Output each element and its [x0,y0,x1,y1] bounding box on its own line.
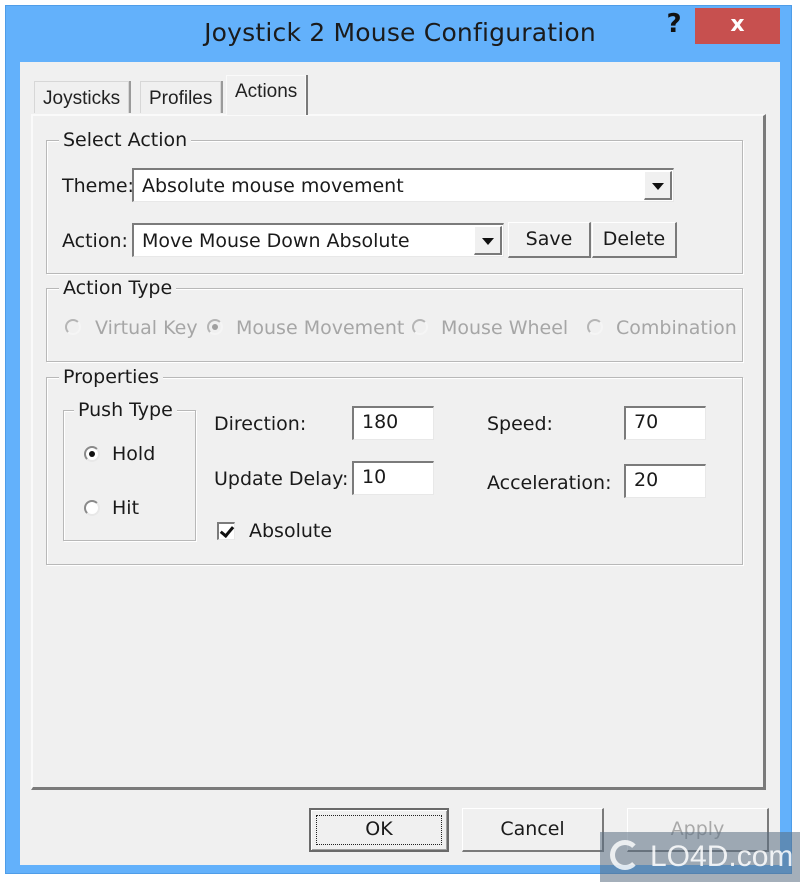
radio-hold[interactable] [84,446,100,462]
radio-hit-label: Hit [112,497,140,519]
absolute-checkbox-label: Absolute [249,520,333,542]
cancel-button[interactable]: Cancel [462,808,604,852]
watermark-text: LO4D.com [650,840,794,873]
tab-profiles[interactable]: Profiles [140,81,222,113]
action-type-group: Action Type Virtual Key Mouse Movement M… [46,277,743,362]
close-icon: x [730,12,745,37]
save-button[interactable]: Save [508,222,591,258]
properties-group: Properties Push Type Hold Hit Direction:… [46,366,743,565]
dialog-client-area: Joysticks Profiles Actions Select Action… [20,62,780,865]
lo4d-logo-icon [610,840,640,870]
focus-rectangle [316,815,442,845]
action-dropdown[interactable]: Move Mouse Down Absolute [132,223,504,257]
action-type-group-label: Action Type [59,277,177,299]
radio-mouse-wheel-label: Mouse Wheel [441,317,569,339]
radio-combination[interactable] [587,319,603,335]
action-dropdown-value: Move Mouse Down Absolute [142,230,410,252]
tab-joysticks[interactable]: Joysticks [34,81,130,113]
speed-input[interactable]: 70 [624,406,706,440]
watermark: LO4D.com [600,832,800,882]
push-type-group: Push Type Hold Hit [63,399,196,541]
radio-hit[interactable] [84,500,100,516]
radio-hold-label: Hold [112,443,156,465]
radio-mouse-movement-label: Mouse Movement [236,317,405,339]
speed-label: Speed: [487,413,553,435]
radio-mouse-movement[interactable] [207,319,223,335]
radio-mouse-wheel[interactable] [412,319,428,335]
theme-dropdown-value: Absolute mouse movement [142,175,404,197]
update-delay-input[interactable]: 10 [352,461,434,495]
acceleration-input[interactable]: 20 [624,464,706,498]
update-delay-label: Update Delay: [214,468,349,490]
theme-label: Theme: [62,175,134,197]
select-action-group: Select Action Theme: Absolute mouse move… [46,129,743,274]
tab-actions[interactable]: Actions [226,75,307,115]
select-action-group-label: Select Action [59,129,192,151]
delete-button[interactable]: Delete [592,222,677,258]
absolute-checkbox[interactable] [217,522,235,540]
chevron-down-icon[interactable] [644,171,672,200]
theme-dropdown[interactable]: Absolute mouse movement [132,168,674,202]
push-type-group-label: Push Type [74,399,177,421]
help-button[interactable]: ? [660,8,688,40]
radio-virtual-key[interactable] [65,319,81,335]
actions-tab-panel: Select Action Theme: Absolute mouse move… [31,114,766,790]
chevron-down-icon[interactable] [474,226,502,255]
action-label: Action: [62,230,128,252]
ok-button[interactable]: OK [309,808,449,852]
properties-group-label: Properties [59,366,164,388]
close-button[interactable]: x [695,8,780,44]
direction-input[interactable]: 180 [352,406,434,440]
direction-label: Direction: [214,413,307,435]
radio-virtual-key-label: Virtual Key [95,317,198,339]
acceleration-label: Acceleration: [487,472,612,494]
radio-combination-label: Combination [616,317,737,339]
